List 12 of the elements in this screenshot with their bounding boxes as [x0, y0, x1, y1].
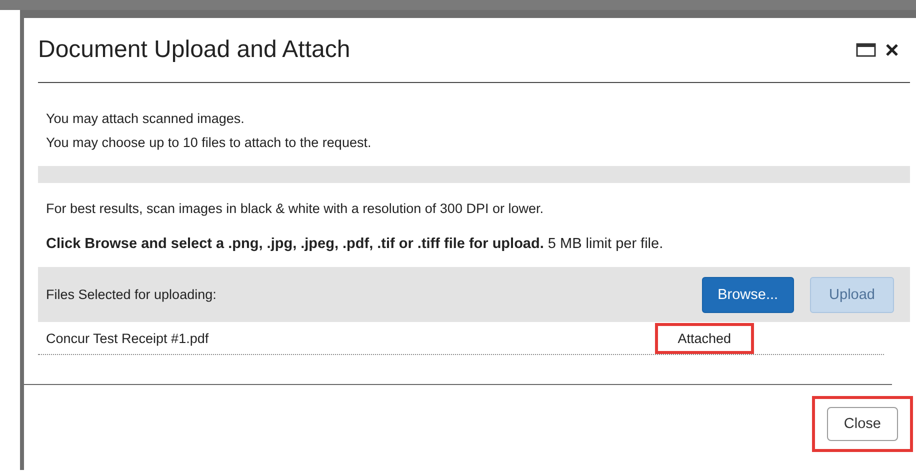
- close-button[interactable]: Close: [826, 407, 898, 441]
- file-name: Concur Test Receipt #1.pdf: [46, 330, 210, 346]
- close-icon[interactable]: [886, 44, 898, 56]
- maximize-icon[interactable]: [856, 43, 876, 57]
- info-text: You may choose up to 10 files to attach to the request.: [46, 134, 372, 152]
- info-text: You may attach scanned images.: [46, 110, 246, 128]
- tip-text: For best results, scan images in black & white with a resolution of 300 DPI or lower.: [46, 201, 544, 216]
- highlighted-status: Attached: [654, 322, 754, 354]
- dialog-title: Document Upload and Attach: [38, 36, 352, 64]
- browse-button[interactable]: Browse...: [702, 276, 794, 312]
- instruction-text: Click Browse and select a .png, .jpg, .jpeg, .pdf, .tif or .tiff file for upload. 5 MB limit per file.: [46, 236, 664, 252]
- files-header-label: Files Selected for uploading:: [46, 287, 218, 302]
